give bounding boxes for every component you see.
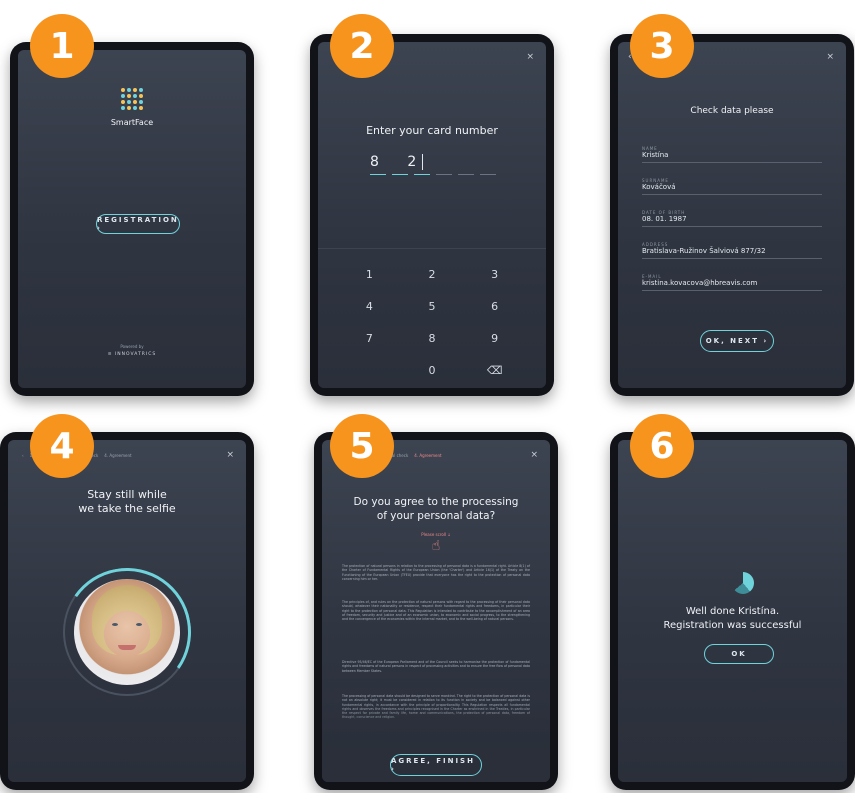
key-4[interactable]: 4 bbox=[338, 300, 401, 314]
success-line1: Well done Kristína. bbox=[685, 606, 780, 617]
key-0[interactable]: 0 bbox=[401, 364, 464, 378]
check-data-title: Check data please bbox=[690, 106, 774, 116]
key-7[interactable]: 7 bbox=[338, 332, 401, 346]
agreement-paragraph-3: Directive 95/46/EC of the European Parli… bbox=[342, 660, 531, 673]
smartface-logo-icon bbox=[121, 88, 143, 110]
field-email[interactable]: E-MAIL kristina.kovacova@hbreavis.com bbox=[642, 274, 822, 291]
agree-finish-button[interactable]: AGREE, FINISH › bbox=[390, 754, 482, 776]
registration-button[interactable]: REGISTRATION › bbox=[96, 214, 180, 234]
card-number-screen: × Enter your card number 8 2 1 2 3 4 5 6… bbox=[318, 42, 546, 388]
field-value: Bratislava-Ružinov Šalviová 877/32 bbox=[642, 247, 766, 255]
step-agreement: 4. Agreement bbox=[414, 453, 442, 458]
numeric-keypad: 1 2 3 4 5 6 7 8 9 0 ⌫ bbox=[338, 268, 526, 378]
field-address[interactable]: ADDRESS Bratislava-Ružinov Šalviová 877/… bbox=[642, 242, 822, 259]
ok-next-button[interactable]: OK, NEXT › bbox=[700, 330, 774, 352]
powered-by-label: Powered by bbox=[120, 344, 144, 349]
registration-flow-showcase: SmartFace REGISTRATION › Powered by ≡ IN… bbox=[0, 0, 855, 793]
scroll-hand-icon: ☝ bbox=[431, 538, 441, 554]
tablet-check-data: ‹ × Check data please NAME Kristína SURN… bbox=[610, 34, 854, 396]
tablet-card-number: × Enter your card number 8 2 1 2 3 4 5 6… bbox=[310, 34, 554, 396]
tablet-agreement: ‹ 1 Card 2. Selfie 3. Final check 4. Agr… bbox=[314, 432, 558, 790]
check-data-screen: ‹ × Check data please NAME Kristína SURN… bbox=[618, 42, 846, 388]
field-value: Kováčová bbox=[642, 183, 676, 191]
entered-digits: 8 2 bbox=[370, 154, 429, 170]
step-badge-6: 6 bbox=[630, 414, 694, 478]
powered-company: ≡ INNOVATRICS bbox=[107, 352, 157, 357]
field-surname[interactable]: SURNAME Kováčová bbox=[642, 178, 822, 195]
success-line2: Registration was successful bbox=[663, 620, 802, 631]
agreement-screen: ‹ 1 Card 2. Selfie 3. Final check 4. Agr… bbox=[322, 440, 550, 782]
step-back[interactable]: ‹ bbox=[22, 453, 24, 458]
close-icon[interactable]: × bbox=[226, 450, 234, 460]
tablet-selfie: ‹ 1 Card 2. Selfie 3. Final check 4. Agr… bbox=[0, 432, 254, 790]
key-3[interactable]: 3 bbox=[463, 268, 526, 282]
step-badge-4: 4 bbox=[30, 414, 94, 478]
close-icon[interactable]: × bbox=[826, 52, 834, 62]
key-empty bbox=[338, 364, 401, 378]
step-badge-5: 5 bbox=[330, 414, 394, 478]
ok-button[interactable]: OK bbox=[704, 644, 774, 664]
success-icon bbox=[732, 572, 754, 594]
key-9[interactable]: 9 bbox=[463, 332, 526, 346]
tablet-welcome: SmartFace REGISTRATION › Powered by ≡ IN… bbox=[10, 42, 254, 396]
step-badge-1: 1 bbox=[30, 14, 94, 78]
field-date-of-birth[interactable]: DATE OF BIRTH 08. 01. 1987 bbox=[642, 210, 822, 227]
scroll-hint: Please scroll ↓ bbox=[421, 532, 451, 537]
step-badge-3: 3 bbox=[630, 14, 694, 78]
key-2[interactable]: 2 bbox=[401, 268, 464, 282]
welcome-screen: SmartFace REGISTRATION › Powered by ≡ IN… bbox=[18, 50, 246, 388]
card-number-title: Enter your card number bbox=[366, 124, 498, 137]
field-value: kristina.kovacova@hbreavis.com bbox=[642, 279, 758, 287]
selfie-title-line1: Stay still while bbox=[87, 488, 167, 501]
step-badge-2: 2 bbox=[330, 14, 394, 78]
key-6[interactable]: 6 bbox=[463, 300, 526, 314]
brand-name: SmartFace bbox=[110, 118, 154, 127]
agreement-paragraph-1: The protection of natural persons in rel… bbox=[342, 564, 530, 581]
step-agreement: 4. Agreement bbox=[104, 453, 132, 458]
tablet-success: Well done Kristína. Registration was suc… bbox=[610, 432, 855, 790]
agreement-title-line1: Do you agree to the processing bbox=[353, 496, 519, 508]
selfie-title-line2: we take the selfie bbox=[78, 502, 176, 515]
input-cursor bbox=[422, 154, 423, 170]
selfie-screen: ‹ 1 Card 2. Selfie 3. Final check 4. Agr… bbox=[8, 440, 246, 782]
backspace-icon[interactable]: ⌫ bbox=[463, 364, 526, 378]
field-value: 08. 01. 1987 bbox=[642, 215, 687, 223]
field-value: Kristína bbox=[642, 151, 669, 159]
close-icon[interactable]: × bbox=[526, 52, 534, 62]
success-screen: Well done Kristína. Registration was suc… bbox=[618, 440, 847, 782]
field-name[interactable]: NAME Kristína bbox=[642, 146, 822, 163]
key-5[interactable]: 5 bbox=[401, 300, 464, 314]
card-number-input[interactable] bbox=[370, 174, 496, 175]
agreement-title-line2: of your personal data? bbox=[376, 510, 496, 522]
key-1[interactable]: 1 bbox=[338, 268, 401, 282]
keypad-divider bbox=[318, 248, 546, 249]
agreement-paragraph-2: The principles of, and rules on the prot… bbox=[342, 600, 530, 622]
key-8[interactable]: 8 bbox=[401, 332, 464, 346]
close-icon[interactable]: × bbox=[530, 450, 538, 460]
selfie-photo bbox=[74, 579, 180, 685]
